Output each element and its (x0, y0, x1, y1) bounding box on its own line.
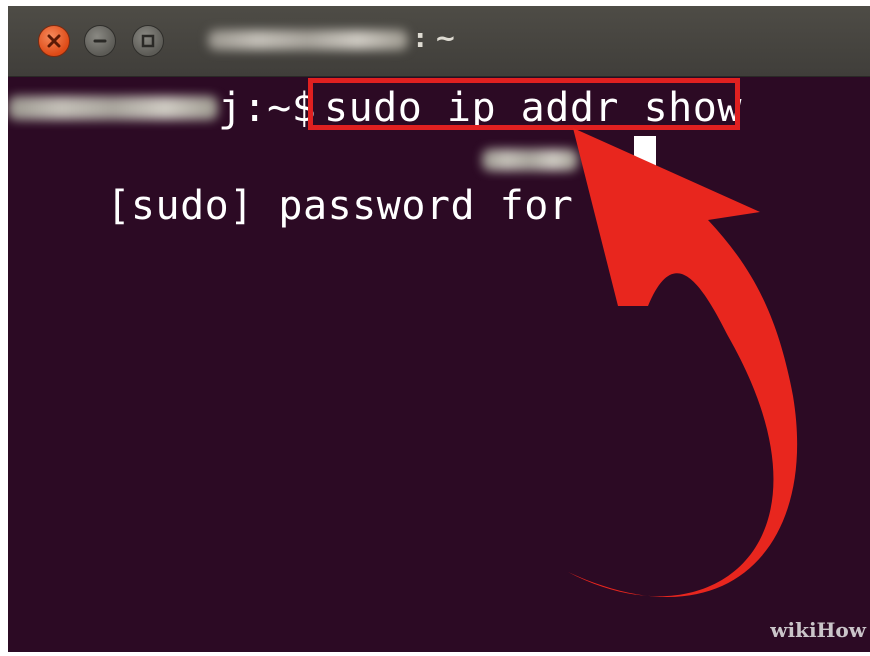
terminal-window: : ~ j:~$ sudo ip addr show [sudo] passwo… (8, 6, 870, 652)
curved-arrow-icon (568, 128, 798, 597)
watermark: wikiHow (770, 618, 866, 642)
